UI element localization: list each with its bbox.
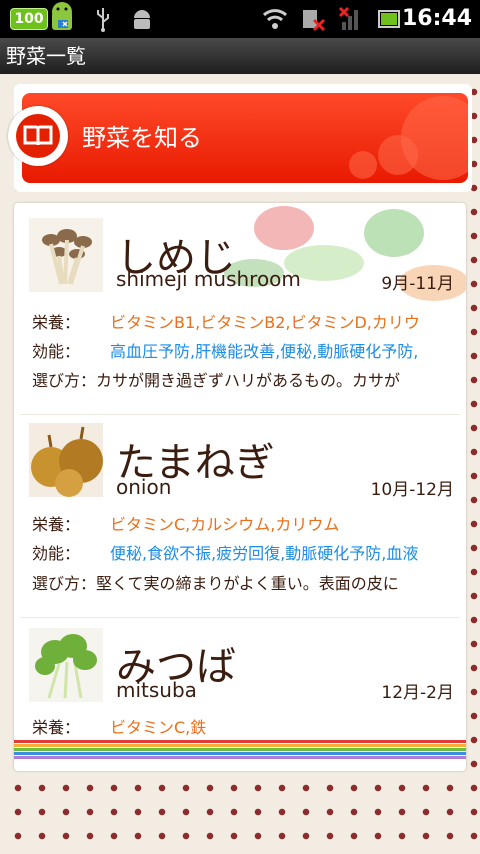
- item-season: 12月-2月: [381, 683, 454, 703]
- effect-value: 高血圧予防,肝機能改善,便秘,動脈硬化予防,: [110, 342, 419, 361]
- item-season: 9月-11月: [381, 274, 454, 294]
- battery-icon: [378, 10, 400, 28]
- mitsuba-thumbnail: [29, 628, 103, 702]
- effect-row: 効能： 便秘,食欲不振,疲労回復,動脈硬化予防,血液: [32, 542, 452, 566]
- effect-value: 便秘,食欲不振,疲労回復,動脈硬化予防,血液: [110, 544, 419, 563]
- item-name-en: mitsuba: [116, 678, 197, 702]
- list-item[interactable]: たまねぎ onion 10月-12月 栄養： ビタミンC,カルシウム,カリウム 効…: [14, 415, 466, 619]
- item-season: 10月-12月: [370, 480, 454, 500]
- title-bar: 野菜一覧: [0, 38, 480, 74]
- how-to-choose-value: 堅くて実の締まりがよく重い。表面の皮に: [96, 574, 399, 593]
- android-debug-icon: [134, 10, 150, 29]
- nutrition-value: ビタミンC,鉄: [110, 718, 207, 737]
- nutrition-row: 栄養： ビタミンC,カルシウム,カリウム: [32, 513, 452, 537]
- effect-row: 効能： 高血圧予防,肝機能改善,便秘,動脈硬化予防,: [32, 340, 452, 364]
- sync-error-icon: [303, 10, 326, 32]
- how-to-choose-row: 選び方：堅くて実の締まりがよく重い。表面の皮に: [32, 572, 452, 596]
- how-to-choose-label: 選び方：: [32, 371, 97, 390]
- tomato-decoration: [349, 96, 468, 180]
- nutrition-value: ビタミンB1,ビタミンB2,ビタミンD,カリウ: [110, 313, 420, 332]
- battery-badge-icon: 100: [10, 8, 48, 30]
- onion-thumbnail: [29, 423, 103, 497]
- status-time: 16:44: [401, 6, 472, 31]
- nutrition-label: 栄養：: [32, 718, 81, 737]
- nutrition-row: 栄養： ビタミンB1,ビタミンB2,ビタミンD,カリウ: [32, 311, 452, 335]
- nutrition-row: 栄養： ビタミンC,鉄: [32, 716, 452, 740]
- item-name-en: shimeji mushroom: [116, 267, 301, 291]
- how-to-choose-row: 選び方：カサが開き過ぎずハリがあるもの。カサが: [32, 369, 452, 393]
- wifi-icon: [262, 9, 288, 29]
- shimeji-thumbnail: [29, 218, 103, 292]
- nutrition-value: ビタミンC,カルシウム,カリウム: [110, 515, 340, 534]
- effect-label: 効能：: [32, 342, 81, 361]
- status-bar: 100 16:44: [0, 0, 480, 38]
- how-to-choose-value: カサが開き過ぎずハリがあるもの。カサが: [96, 371, 401, 390]
- android-robot-icon: [52, 2, 72, 30]
- book-icon: [23, 125, 53, 146]
- book-badge: [8, 106, 68, 166]
- effect-label: 効能：: [32, 544, 81, 563]
- nutrition-label: 栄養：: [32, 515, 81, 534]
- usb-icon: [97, 8, 109, 32]
- vegetable-list[interactable]: しめじ shimeji mushroom 9月-11月 栄養： ビタミンB1,ビタ…: [14, 203, 466, 771]
- decorative-stripes: [14, 740, 466, 759]
- know-vegetables-button[interactable]: 野菜を知る: [22, 93, 468, 183]
- page-title: 野菜一覧: [6, 44, 86, 68]
- signal-icon: [338, 6, 358, 30]
- list-item[interactable]: しめじ shimeji mushroom 9月-11月 栄養： ビタミンB1,ビタ…: [14, 203, 466, 413]
- nutrition-label: 栄養：: [32, 313, 81, 332]
- banner-label: 野菜を知る: [82, 124, 202, 152]
- item-name-en: onion: [116, 475, 172, 499]
- how-to-choose-label: 選び方：: [32, 574, 97, 593]
